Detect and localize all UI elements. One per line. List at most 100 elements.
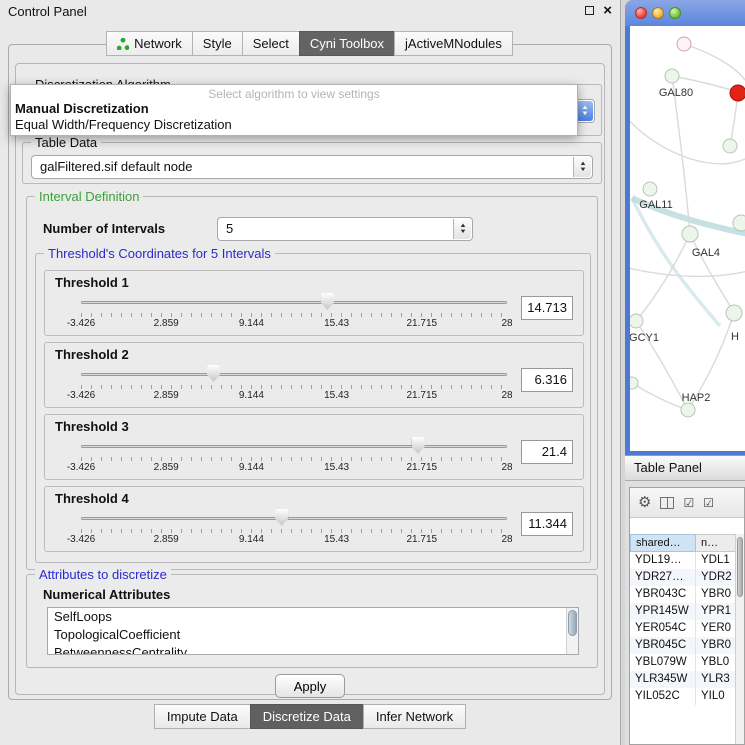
attributes-group: Attributes to discretize Numerical Attri… — [26, 574, 598, 668]
network-node[interactable] — [681, 403, 695, 417]
tab-label: Style — [203, 36, 232, 51]
threshold-title: Threshold 4 — [55, 491, 573, 508]
tick-label: 9.144 — [239, 534, 264, 545]
slider-ticks — [81, 313, 507, 317]
bottom-tab-bar: Impute DataDiscretize DataInfer Network — [0, 704, 621, 729]
table-row[interactable]: YDR27…YDR2 — [630, 569, 744, 586]
tick-label: 15.43 — [324, 462, 349, 473]
table-row[interactable]: YBL079WYBL0 — [630, 654, 744, 671]
tick-label: -3.426 — [67, 462, 95, 473]
tab-select[interactable]: Select — [242, 31, 300, 56]
network-node[interactable] — [723, 139, 737, 153]
tab-label: jActiveMNodules — [405, 36, 502, 51]
group-title: Threshold's Coordinates for 5 Intervals — [44, 246, 275, 261]
table-row[interactable]: YIL052CYIL0 — [630, 688, 744, 705]
threshold-slider[interactable]: -3.4262.8599.14415.4321.71528 — [81, 364, 507, 404]
node-label: GAL4 — [692, 247, 720, 259]
combobox-stepper-icon: ▲ ▼ — [453, 219, 471, 239]
table-panel-header[interactable]: Table Panel — [625, 455, 745, 481]
network-node[interactable] — [682, 226, 698, 242]
cell-shared-name: YPR145W — [630, 603, 696, 620]
tab-style[interactable]: Style — [192, 31, 243, 56]
float-icon[interactable] — [585, 6, 594, 15]
cell-shared-name: YDL19… — [630, 552, 696, 569]
threshold-value-field[interactable]: 21.4 — [521, 440, 573, 464]
column-header-shared-name[interactable]: shared… — [630, 534, 696, 552]
cell-shared-name: YIL052C — [630, 688, 696, 705]
interval-definition-group: Interval Definition Number of Intervals … — [26, 196, 598, 570]
minimize-traffic-light-icon[interactable] — [652, 7, 664, 19]
table-row[interactable]: YBR043CYBR0 — [630, 586, 744, 603]
network-node[interactable] — [726, 305, 742, 321]
table-row[interactable]: YPR145WYPR1 — [630, 603, 744, 620]
tick-label: 21.715 — [407, 534, 438, 545]
network-node[interactable] — [733, 215, 745, 231]
slider-thumb[interactable] — [412, 437, 425, 454]
slider-thumb[interactable] — [321, 293, 334, 310]
network-node[interactable] — [677, 37, 691, 51]
table-row[interactable]: YER054CYER0 — [630, 620, 744, 637]
tab-infer-network[interactable]: Infer Network — [363, 704, 466, 729]
table-row[interactable]: YLR345WYLR3 — [630, 671, 744, 688]
table-row[interactable]: YDL19…YDL1 — [630, 552, 744, 569]
table-data-combobox[interactable]: galFiltered.sif default node ▲ ▼ — [31, 155, 593, 179]
thresholds-group: Threshold's Coordinates for 5 Intervals … — [35, 253, 591, 563]
network-icon — [117, 38, 129, 50]
network-node[interactable] — [643, 182, 657, 196]
control-panel-window: Control Panel × NetworkStyleSelectCyni T… — [0, 0, 621, 745]
close-icon[interactable]: × — [603, 5, 612, 16]
list-scrollbar[interactable] — [566, 608, 578, 654]
columns-icon[interactable] — [660, 497, 674, 509]
apply-button[interactable]: Apply — [275, 674, 345, 698]
slider-thumb[interactable] — [207, 365, 220, 382]
node-label: HAP2 — [682, 392, 711, 404]
threshold-value-field[interactable]: 11.344 — [521, 512, 573, 536]
dropdown-option[interactable]: Manual Discretization — [11, 101, 577, 117]
tick-label: 15.43 — [324, 534, 349, 545]
tab-discretize-data[interactable]: Discretize Data — [250, 704, 364, 729]
tab-cyni-toolbox[interactable]: Cyni Toolbox — [299, 31, 395, 56]
number-of-intervals-combobox[interactable]: 5 ▲ ▼ — [217, 217, 473, 241]
network-node[interactable] — [730, 85, 745, 101]
network-node[interactable] — [630, 377, 638, 389]
group-title: Attributes to discretize — [35, 567, 171, 582]
threshold-title: Threshold 1 — [55, 275, 573, 292]
list-item[interactable]: TopologicalCoefficient — [48, 626, 578, 644]
scrollbar-thumb[interactable] — [568, 610, 577, 636]
list-item[interactable]: SelfLoops — [48, 608, 578, 626]
network-node[interactable] — [630, 314, 643, 328]
select-all-checkbox-icon[interactable]: ☑ — [683, 497, 694, 509]
down-arrow-icon: ▼ — [459, 229, 467, 235]
network-window-titlebar[interactable] — [625, 0, 745, 26]
threshold-1-block: Threshold 1 -3.4262.8599.14415.4321.7152… — [44, 270, 584, 336]
list-item[interactable]: BetweennessCentrality — [48, 644, 578, 655]
tab-impute-data[interactable]: Impute Data — [154, 704, 251, 729]
selection-mode-checkbox-icon[interactable]: ☑ — [703, 497, 714, 509]
threshold-value-field[interactable]: 6.316 — [521, 368, 573, 392]
tick-label: -3.426 — [67, 534, 95, 545]
slider-thumb[interactable] — [275, 509, 288, 526]
group-title: Table Data — [31, 135, 101, 150]
tick-label: 21.715 — [407, 390, 438, 401]
dropdown-option[interactable]: Equal Width/Frequency Discretization — [11, 117, 577, 133]
threshold-slider[interactable]: -3.4262.8599.14415.4321.71528 — [81, 436, 507, 476]
tick-label: 28 — [501, 318, 512, 329]
network-canvas[interactable]: GAL80GAL11GAL4GCY1HHAP2 — [630, 26, 745, 451]
gear-icon[interactable]: ⚙ — [638, 495, 651, 510]
scrollbar-thumb[interactable] — [737, 537, 743, 597]
tick-label: 2.859 — [154, 462, 179, 473]
table-scrollbar[interactable] — [735, 534, 744, 744]
threshold-slider[interactable]: -3.4262.8599.14415.4321.71528 — [81, 508, 507, 548]
tick-label: 28 — [501, 462, 512, 473]
threshold-slider[interactable]: -3.4262.8599.14415.4321.71528 — [81, 292, 507, 332]
table-row[interactable]: YBR045CYBR0 — [630, 637, 744, 654]
discretize-settings-panel: Discretization Algorithm ▲ ▼ Table Data … — [15, 63, 605, 695]
zoom-traffic-light-icon[interactable] — [669, 7, 681, 19]
tab-jactivemnodules[interactable]: jActiveMNodules — [394, 31, 513, 56]
close-traffic-light-icon[interactable] — [635, 7, 647, 19]
tab-network[interactable]: Network — [106, 31, 193, 56]
network-node[interactable] — [665, 69, 679, 83]
threshold-value-field[interactable]: 14.713 — [521, 296, 573, 320]
tick-label: 15.43 — [324, 318, 349, 329]
node-table: ⚙ ☑ ☑ shared… n… YDL19…YDL1YDR27…YDR2YBR… — [629, 487, 745, 745]
